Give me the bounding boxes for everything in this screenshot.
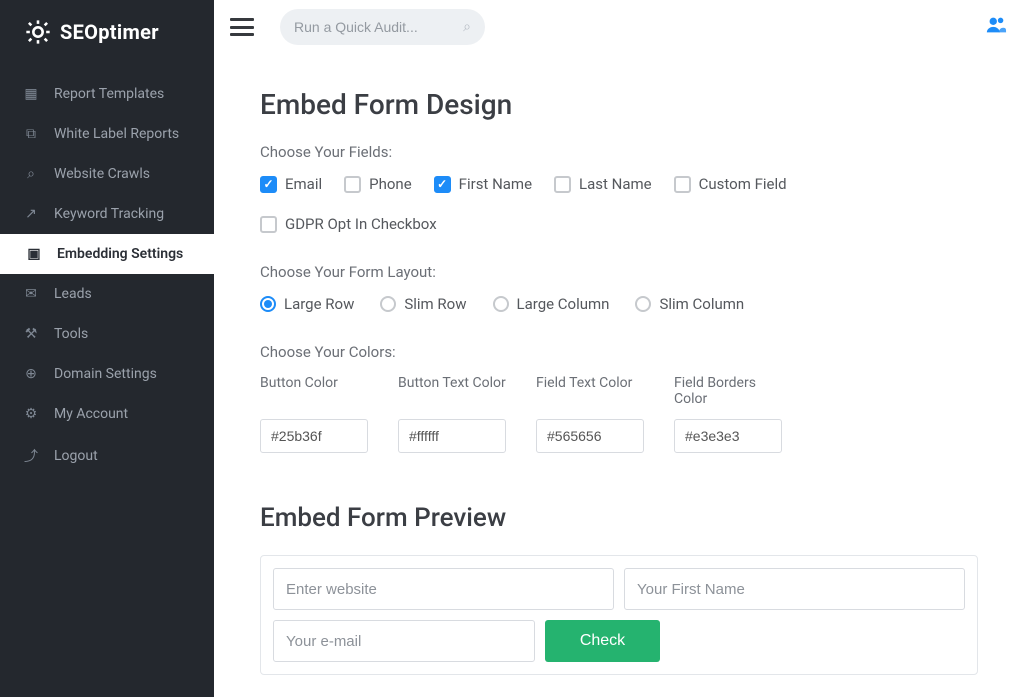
button-text-color-input[interactable] bbox=[398, 419, 506, 453]
sidebar-item-logout[interactable]: ⤴Logout bbox=[0, 434, 214, 478]
sidebar-item-keyword-tracking[interactable]: ↗Keyword Tracking bbox=[0, 194, 214, 234]
field-gdpr[interactable]: GDPR Opt In Checkbox bbox=[260, 215, 437, 233]
search-icon: ⌕ bbox=[22, 166, 40, 182]
sidebar-item-tools[interactable]: ⚒Tools bbox=[0, 314, 214, 354]
layout-slim-row[interactable]: Slim Row bbox=[380, 295, 466, 313]
sidebar-item-white-label-reports[interactable]: ⧉White Label Reports bbox=[0, 114, 214, 154]
logo-icon bbox=[24, 18, 52, 46]
brand-name: SEOptimer bbox=[60, 20, 159, 44]
field-last-name[interactable]: Last Name bbox=[554, 175, 652, 193]
checkbox-icon bbox=[554, 176, 571, 193]
search-input[interactable] bbox=[294, 19, 475, 35]
mail-icon: ✉ bbox=[22, 286, 40, 302]
radio-icon bbox=[260, 296, 276, 312]
field-phone[interactable]: Phone bbox=[344, 175, 412, 193]
main-content: Embed Form Design Choose Your Fields: Em… bbox=[214, 54, 1024, 697]
preview-title: Embed Form Preview bbox=[260, 503, 978, 533]
logo[interactable]: SEOptimer bbox=[0, 0, 214, 66]
page-title: Embed Form Design bbox=[260, 88, 978, 121]
fields-label: Choose Your Fields: bbox=[260, 143, 978, 161]
field-first-name[interactable]: First Name bbox=[434, 175, 532, 193]
radio-icon bbox=[635, 296, 651, 312]
chart-icon: ↗ bbox=[22, 206, 40, 222]
checkbox-icon bbox=[674, 176, 691, 193]
sidebar-item-leads[interactable]: ✉Leads bbox=[0, 274, 214, 314]
colors-grid: Button Color Button Text Color Field Tex… bbox=[260, 375, 978, 453]
topbar: ⌕ bbox=[214, 0, 1024, 54]
field-borders-color-input[interactable] bbox=[674, 419, 782, 453]
layout-large-row[interactable]: Large Row bbox=[260, 295, 354, 313]
fields-row: Email Phone First Name Last Name Custom … bbox=[260, 175, 978, 233]
checkbox-icon bbox=[260, 216, 277, 233]
sidebar-item-domain-settings[interactable]: ⊕Domain Settings bbox=[0, 354, 214, 394]
layout-label: Choose Your Form Layout: bbox=[260, 263, 978, 281]
preview-check-button[interactable]: Check bbox=[545, 620, 660, 662]
document-icon: ▦ bbox=[22, 86, 40, 102]
sidebar-item-my-account[interactable]: ⚙My Account bbox=[0, 394, 214, 434]
layout-slim-column[interactable]: Slim Column bbox=[635, 295, 744, 313]
menu-toggle-icon[interactable] bbox=[230, 18, 254, 36]
embed-icon: ▣ bbox=[25, 246, 43, 262]
logout-icon: ⤴ bbox=[22, 446, 40, 466]
colors-label: Choose Your Colors: bbox=[260, 343, 978, 361]
globe-icon: ⊕ bbox=[22, 366, 40, 382]
field-custom[interactable]: Custom Field bbox=[674, 175, 787, 193]
field-text-color-input[interactable] bbox=[536, 419, 644, 453]
quick-audit-search[interactable]: ⌕ bbox=[280, 9, 485, 45]
button-color-input[interactable] bbox=[260, 419, 368, 453]
sidebar-item-report-templates[interactable]: ▦Report Templates bbox=[0, 74, 214, 114]
sidebar-item-embedding-settings[interactable]: ▣Embedding Settings bbox=[0, 234, 214, 274]
sidebar: SEOptimer ▦Report Templates ⧉White Label… bbox=[0, 0, 214, 697]
layout-row: Large Row Slim Row Large Column Slim Col… bbox=[260, 295, 978, 313]
preview-website-input[interactable] bbox=[273, 568, 614, 610]
checkbox-icon bbox=[344, 176, 361, 193]
hammer-icon: ⚒ bbox=[22, 326, 40, 342]
nav-list: ▦Report Templates ⧉White Label Reports ⌕… bbox=[0, 66, 214, 478]
color-col-button: Button Color bbox=[260, 375, 376, 453]
search-icon: ⌕ bbox=[463, 19, 471, 35]
layout-large-column[interactable]: Large Column bbox=[493, 295, 610, 313]
sidebar-item-website-crawls[interactable]: ⌕Website Crawls bbox=[0, 154, 214, 194]
field-email[interactable]: Email bbox=[260, 175, 322, 193]
gear-icon: ⚙ bbox=[22, 406, 40, 422]
checkbox-icon bbox=[434, 176, 451, 193]
checkbox-icon bbox=[260, 176, 277, 193]
color-col-button-text: Button Text Color bbox=[398, 375, 514, 453]
radio-icon bbox=[380, 296, 396, 312]
preview-box: Check bbox=[260, 555, 978, 675]
color-col-field-borders: Field Borders Color bbox=[674, 375, 790, 453]
copy-icon: ⧉ bbox=[22, 126, 40, 142]
radio-icon bbox=[493, 296, 509, 312]
color-col-field-text: Field Text Color bbox=[536, 375, 652, 453]
preview-firstname-input[interactable] bbox=[624, 568, 965, 610]
users-icon[interactable] bbox=[984, 14, 1008, 40]
preview-email-input[interactable] bbox=[273, 620, 535, 662]
